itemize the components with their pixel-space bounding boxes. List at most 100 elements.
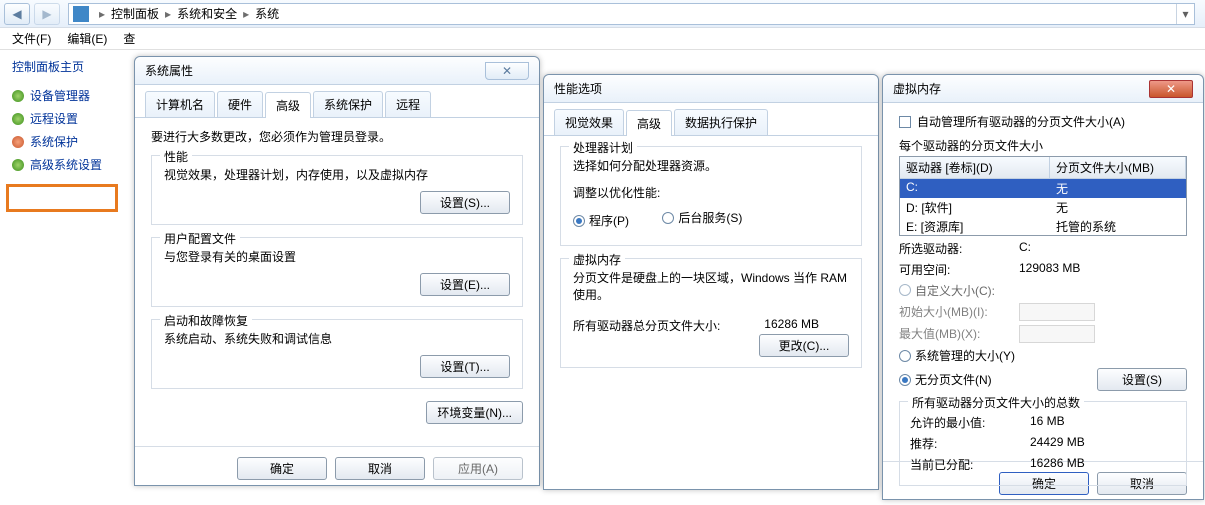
tab-advanced[interactable]: 高级 bbox=[265, 92, 311, 118]
dialog-caption[interactable]: 性能选项 bbox=[544, 75, 878, 103]
each-drive-label: 每个驱动器的分页文件大小 bbox=[899, 137, 1187, 154]
ok-button[interactable]: 确定 bbox=[237, 457, 327, 480]
performance-settings-button[interactable]: 设置(S)... bbox=[420, 191, 510, 214]
dialog-caption[interactable]: 虚拟内存 ✕ bbox=[883, 75, 1203, 103]
link-label: 设备管理器 bbox=[30, 87, 90, 104]
checkbox-label: 自动管理所有驱动器的分页文件大小(A) bbox=[917, 113, 1125, 130]
sidebar-system-protection[interactable]: 系统保护 bbox=[12, 133, 124, 150]
address-dropdown-icon[interactable]: ▾ bbox=[1176, 4, 1194, 24]
drive-list-header: 驱动器 [卷标](D) 分页文件大小(MB) bbox=[900, 157, 1186, 179]
system-properties-dialog: 系统属性 ✕ 计算机名 硬件 高级 系统保护 远程 要进行大多数更改，您必须作为… bbox=[134, 56, 540, 486]
auto-manage-checkbox[interactable]: 自动管理所有驱动器的分页文件大小(A) bbox=[899, 113, 1125, 130]
explorer-menubar: 文件(F) 编辑(E) 查 bbox=[0, 28, 1205, 50]
selected-drive-value: C: bbox=[1019, 240, 1031, 257]
max-size-label: 最大值(MB)(X): bbox=[899, 325, 1019, 343]
crumb-system-security[interactable]: 系统和安全 bbox=[175, 5, 239, 22]
tab-computer-name[interactable]: 计算机名 bbox=[145, 91, 215, 117]
highlight-box bbox=[6, 184, 118, 212]
min-allowed-label: 允许的最小值: bbox=[910, 414, 1030, 431]
totals-group: 所有驱动器分页文件大小的总数 允许的最小值:16 MB 推荐:24429 MB … bbox=[899, 401, 1187, 486]
user-profiles-group: 用户配置文件 与您登录有关的桌面设置 设置(E)... bbox=[151, 237, 523, 307]
sidebar-device-manager[interactable]: 设备管理器 bbox=[12, 87, 124, 104]
dialog-title: 性能选项 bbox=[554, 80, 602, 97]
col-size: 分页文件大小(MB) bbox=[1050, 157, 1186, 178]
back-button[interactable]: ◀ bbox=[4, 3, 30, 25]
total-paging-value: 16286 MB bbox=[764, 317, 819, 334]
menu-view[interactable]: 查 bbox=[115, 28, 143, 49]
available-space-value: 129083 MB bbox=[1019, 261, 1080, 278]
drive-list[interactable]: 驱动器 [卷标](D) 分页文件大小(MB) C: 无D: [软件]无E: [资… bbox=[899, 156, 1187, 236]
dialog-title: 虚拟内存 bbox=[893, 80, 941, 97]
tab-visual-effects[interactable]: 视觉效果 bbox=[554, 109, 624, 135]
sidebar-advanced-system-settings[interactable]: 高级系统设置 bbox=[12, 156, 124, 173]
recovery-settings-button[interactable]: 设置(T)... bbox=[420, 355, 510, 378]
tab-advanced[interactable]: 高级 bbox=[626, 110, 672, 136]
recommended-label: 推荐: bbox=[910, 435, 1030, 452]
shield-icon bbox=[12, 90, 24, 102]
radio-custom-size[interactable]: 自定义大小(C): bbox=[899, 282, 995, 299]
radio-label: 自定义大小(C): bbox=[915, 282, 995, 299]
profiles-desc: 与您登录有关的桌面设置 bbox=[164, 248, 510, 265]
tab-remote[interactable]: 远程 bbox=[385, 91, 431, 117]
tab-bar: 视觉效果 高级 数据执行保护 bbox=[544, 103, 878, 136]
crumb-control-panel[interactable]: 控制面板 bbox=[109, 5, 161, 22]
forward-button[interactable]: ▶ bbox=[34, 3, 60, 25]
radio-system-managed[interactable]: 系统管理的大小(Y) bbox=[899, 347, 1187, 364]
sidebar-remote-settings[interactable]: 远程设置 bbox=[12, 110, 124, 127]
dialog-footer: 确定 取消 应用(A) bbox=[135, 446, 539, 490]
tab-dep[interactable]: 数据执行保护 bbox=[674, 109, 768, 135]
set-button[interactable]: 设置(S) bbox=[1097, 368, 1187, 391]
explorer-titlebar: ◀ ▶ ▸ 控制面板 ▸ 系统和安全 ▸ 系统 ▾ bbox=[0, 0, 1205, 28]
close-button[interactable]: ✕ bbox=[1149, 80, 1193, 98]
group-legend: 启动和故障恢复 bbox=[160, 312, 252, 329]
drive-row[interactable]: C: 无 bbox=[900, 179, 1186, 198]
recommended-value: 24429 MB bbox=[1030, 435, 1085, 452]
virtual-memory-group: 虚拟内存 分页文件是硬盘上的一块区域，Windows 当作 RAM 使用。 所有… bbox=[560, 258, 862, 368]
group-legend: 性能 bbox=[160, 148, 192, 165]
performance-group: 性能 视觉效果，处理器计划，内存使用，以及虚拟内存 设置(S)... bbox=[151, 155, 523, 225]
tab-system-protection[interactable]: 系统保护 bbox=[313, 91, 383, 117]
chevron-right-icon: ▸ bbox=[95, 7, 109, 21]
total-paging-label: 所有驱动器总分页文件大小: bbox=[573, 317, 720, 334]
link-label: 高级系统设置 bbox=[30, 156, 102, 173]
radio-background-services[interactable]: 后台服务(S) bbox=[662, 209, 742, 226]
recovery-desc: 系统启动、系统失败和调试信息 bbox=[164, 330, 510, 347]
performance-desc: 视觉效果，处理器计划，内存使用，以及虚拟内存 bbox=[164, 166, 510, 183]
startup-recovery-group: 启动和故障恢复 系统启动、系统失败和调试信息 设置(T)... bbox=[151, 319, 523, 389]
dialog-caption[interactable]: 系统属性 ✕ bbox=[135, 57, 539, 85]
max-size-input bbox=[1019, 325, 1095, 343]
tab-hardware[interactable]: 硬件 bbox=[217, 91, 263, 117]
group-legend: 处理器计划 bbox=[569, 139, 637, 156]
shield-icon bbox=[12, 136, 24, 148]
radio-no-paging-file[interactable]: 无分页文件(N) bbox=[899, 371, 992, 388]
cancel-button[interactable]: 取消 bbox=[335, 457, 425, 480]
group-legend: 用户配置文件 bbox=[160, 230, 240, 247]
currently-allocated-value: 16286 MB bbox=[1030, 456, 1085, 473]
dialog-title: 系统属性 bbox=[145, 62, 193, 79]
radio-icon bbox=[899, 350, 911, 362]
drive-row[interactable]: E: [资源库]托管的系统 bbox=[900, 217, 1186, 236]
group-legend: 所有驱动器分页文件大小的总数 bbox=[908, 394, 1084, 411]
profiles-settings-button[interactable]: 设置(E)... bbox=[420, 273, 510, 296]
menu-edit[interactable]: 编辑(E) bbox=[59, 28, 115, 49]
crumb-system[interactable]: 系统 bbox=[253, 5, 281, 22]
radio-icon bbox=[573, 215, 585, 227]
virtual-memory-dialog: 虚拟内存 ✕ 自动管理所有驱动器的分页文件大小(A) 每个驱动器的分页文件大小 … bbox=[882, 74, 1204, 500]
col-drive: 驱动器 [卷标](D) bbox=[900, 157, 1050, 178]
close-button[interactable]: ✕ bbox=[485, 62, 529, 80]
chevron-right-icon: ▸ bbox=[161, 7, 175, 21]
control-panel-sidebar: 控制面板主页 设备管理器 远程设置 系统保护 高级系统设置 bbox=[0, 50, 136, 187]
group-legend: 虚拟内存 bbox=[569, 251, 625, 268]
radio-programs[interactable]: 程序(P) bbox=[573, 212, 629, 229]
environment-variables-button[interactable]: 环境变量(N)... bbox=[426, 401, 523, 424]
tab-bar: 计算机名 硬件 高级 系统保护 远程 bbox=[135, 85, 539, 118]
address-bar[interactable]: ▸ 控制面板 ▸ 系统和安全 ▸ 系统 ▾ bbox=[68, 3, 1195, 25]
radio-icon bbox=[662, 212, 674, 224]
vm-change-button[interactable]: 更改(C)... bbox=[759, 334, 849, 357]
menu-file[interactable]: 文件(F) bbox=[4, 28, 59, 49]
control-panel-home-link[interactable]: 控制面板主页 bbox=[12, 58, 124, 75]
radio-label: 系统管理的大小(Y) bbox=[915, 347, 1015, 364]
link-label: 远程设置 bbox=[30, 110, 78, 127]
apply-button[interactable]: 应用(A) bbox=[433, 457, 523, 480]
drive-row[interactable]: D: [软件]无 bbox=[900, 198, 1186, 217]
